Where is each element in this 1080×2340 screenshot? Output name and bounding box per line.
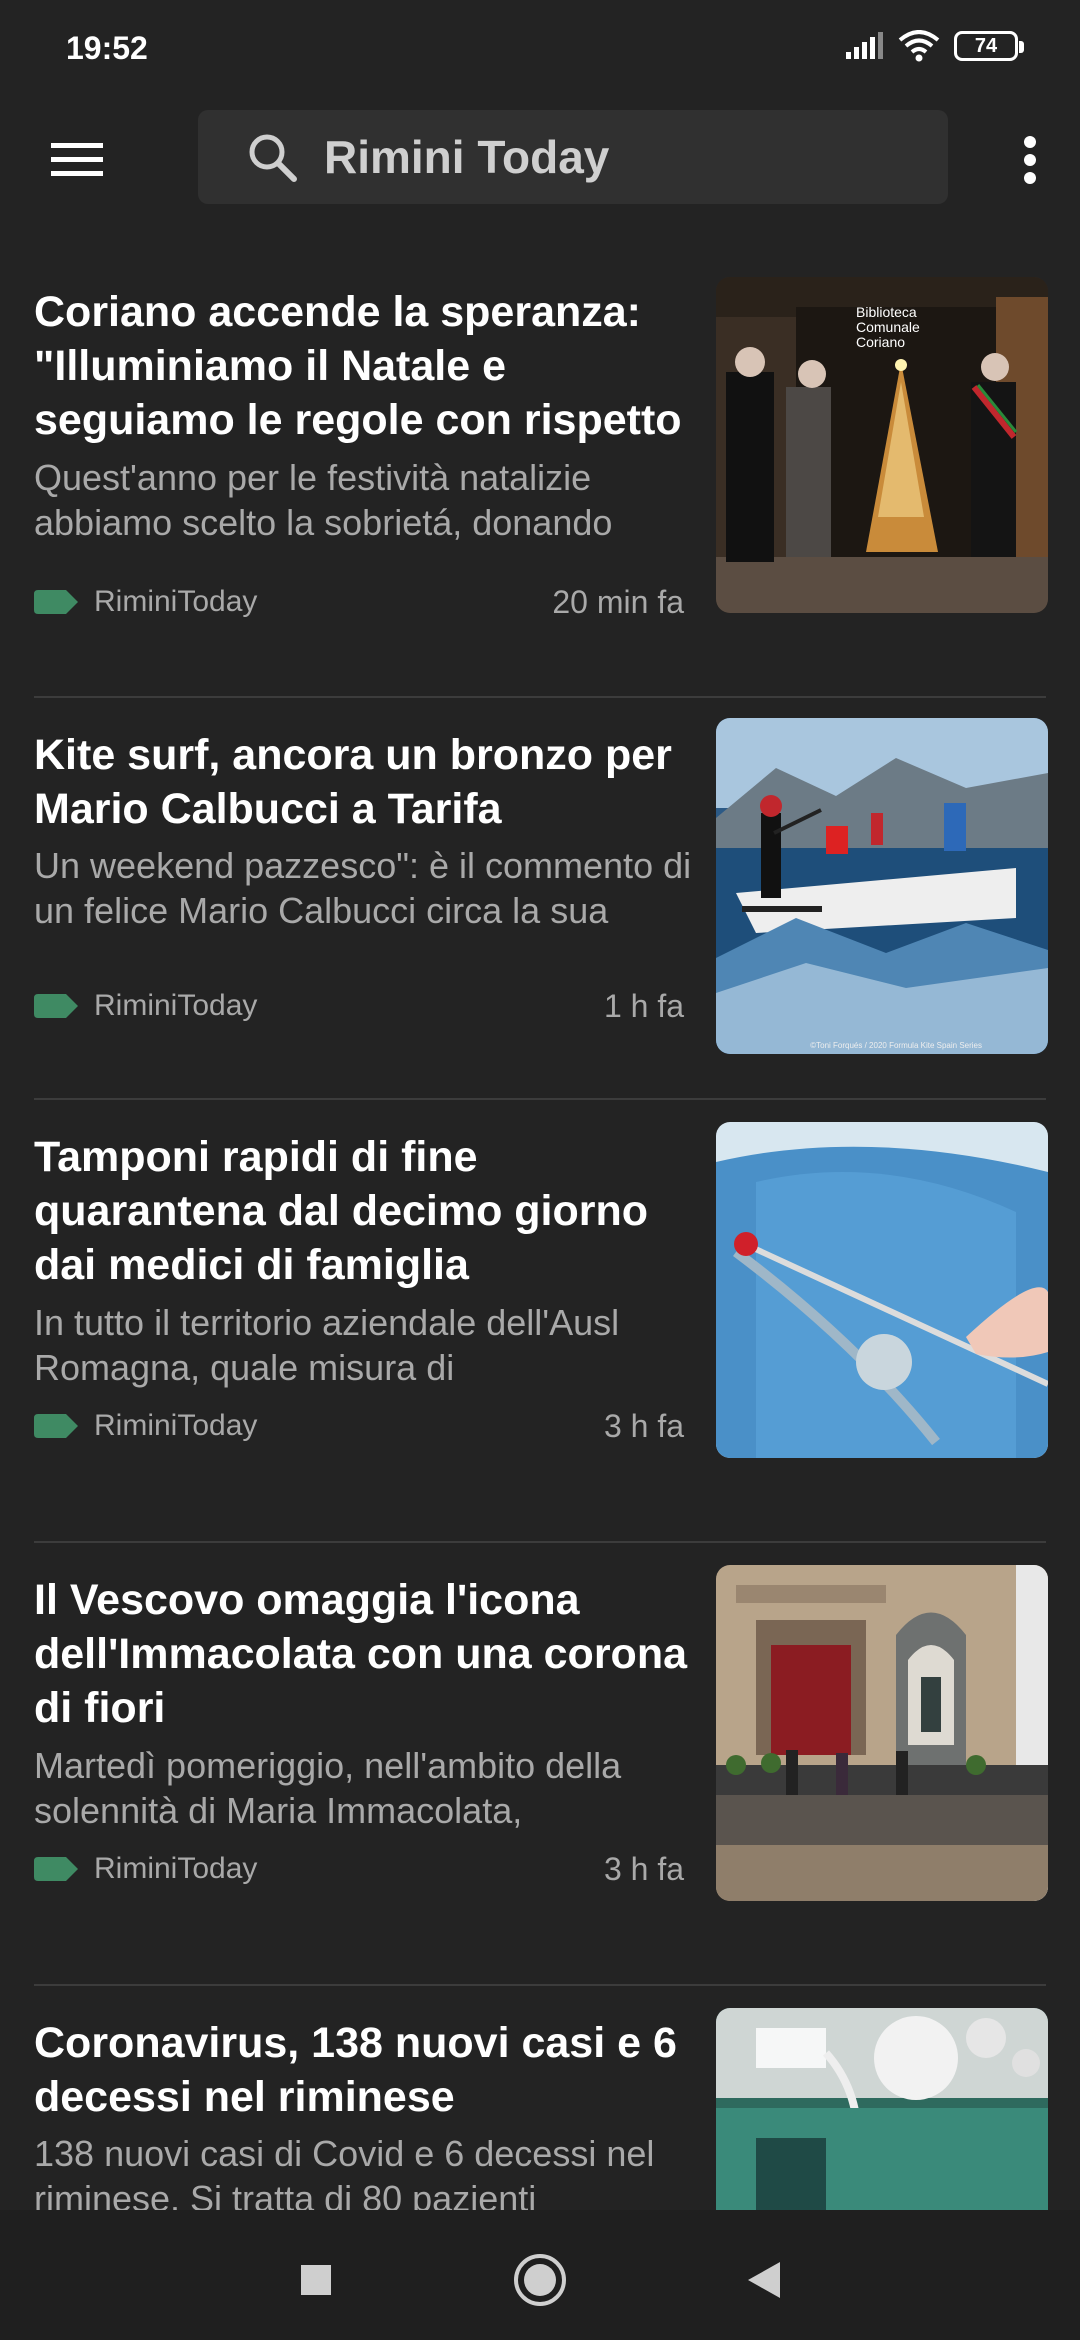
article-source: RiminiToday bbox=[94, 1409, 258, 1442]
more-options-button[interactable] bbox=[1000, 120, 1060, 200]
home-button[interactable] bbox=[510, 2250, 570, 2310]
article-source: RiminiToday bbox=[94, 585, 258, 618]
tag-icon bbox=[34, 1414, 78, 1438]
article-summary: Martedì pomeriggio, nell'ambito della so… bbox=[34, 1745, 622, 1831]
recents-square-icon bbox=[301, 2265, 331, 2295]
status-bar: 19:52 74 bbox=[0, 0, 1080, 100]
status-time: 19:52 bbox=[66, 30, 148, 66]
home-circle-icon bbox=[514, 2254, 566, 2306]
article-title: Kite surf, ancora un bronzo per Mario Ca… bbox=[34, 731, 672, 833]
thumbnail-caption: ©Toni Forqués / 2020 Formula Kite Spain … bbox=[810, 1041, 982, 1050]
article-meta: RiminiToday 1 h fa bbox=[34, 984, 684, 1028]
tag-icon bbox=[34, 1857, 78, 1881]
article-time: 3 h fa bbox=[603, 1407, 684, 1444]
article-thumbnail[interactable] bbox=[716, 1122, 1048, 1458]
status-icons: 74 bbox=[844, 30, 1024, 62]
back-button[interactable] bbox=[734, 2250, 794, 2310]
article-thumbnail[interactable] bbox=[716, 2008, 1048, 2210]
app-bar: Rimini Today bbox=[0, 100, 1080, 220]
wifi-icon bbox=[898, 30, 940, 62]
article-meta: RiminiToday 3 h fa bbox=[34, 1404, 684, 1448]
back-triangle-icon bbox=[748, 2262, 780, 2298]
article-summary: Un weekend pazzesco": è il commento di u… bbox=[34, 845, 692, 931]
signal-icon bbox=[846, 32, 883, 59]
article-source: RiminiToday bbox=[94, 1852, 258, 1885]
article-title: Il Vescovo omaggia l'icona dell'Immacola… bbox=[34, 1576, 687, 1732]
article-time: 1 h fa bbox=[603, 987, 684, 1024]
article-time: 20 min fa bbox=[552, 583, 684, 620]
article-title: Tamponi rapidi di fine quarantena dal de… bbox=[34, 1133, 649, 1289]
article-card[interactable]: Coronavirus, 138 nuovi casi e 6 decessi … bbox=[0, 1986, 1080, 2210]
thumbnail-sign-text: Biblioteca Comunale Coriano bbox=[856, 304, 920, 350]
article-meta: RiminiToday 3 h fa bbox=[34, 1847, 684, 1891]
article-title: Coriano accende la speranza: "Illuminiam… bbox=[34, 288, 682, 444]
article-thumbnail[interactable] bbox=[716, 1565, 1048, 1901]
article-card[interactable]: Coriano accende la speranza: "Illuminiam… bbox=[0, 255, 1080, 698]
search-icon bbox=[246, 129, 302, 185]
tag-icon bbox=[34, 994, 78, 1018]
article-thumbnail[interactable]: ©Toni Forqués / 2020 Formula Kite Spain … bbox=[716, 718, 1048, 1054]
article-card[interactable]: Il Vescovo omaggia l'icona dell'Immacola… bbox=[0, 1543, 1080, 1986]
article-card[interactable]: Kite surf, ancora un bronzo per Mario Ca… bbox=[0, 698, 1080, 1100]
search-query-text: Rimini Today bbox=[324, 131, 610, 183]
battery-level: 74 bbox=[974, 34, 998, 57]
article-summary: In tutto il territorio aziendale dell'Au… bbox=[34, 1302, 620, 1388]
article-meta: RiminiToday 20 min fa bbox=[34, 580, 684, 624]
more-vertical-icon bbox=[1024, 136, 1036, 184]
system-navigation-bar bbox=[0, 2210, 1080, 2340]
article-time: 3 h fa bbox=[603, 1850, 684, 1887]
news-feed[interactable]: Coriano accende la speranza: "Illuminiam… bbox=[0, 255, 1080, 2210]
article-title: Coronavirus, 138 nuovi casi e 6 decessi … bbox=[34, 2019, 677, 2121]
article-thumbnail[interactable]: Biblioteca Comunale Coriano bbox=[716, 277, 1048, 613]
hamburger-menu-icon bbox=[51, 143, 103, 176]
battery-icon: 74 bbox=[954, 31, 1024, 61]
tag-icon bbox=[34, 590, 78, 614]
search-bar[interactable]: Rimini Today bbox=[198, 110, 948, 204]
article-summary: Quest'anno per le festività natalizie ab… bbox=[34, 457, 613, 543]
article-source: RiminiToday bbox=[94, 989, 258, 1022]
menu-button[interactable] bbox=[42, 130, 112, 190]
article-card[interactable]: Tamponi rapidi di fine quarantena dal de… bbox=[0, 1100, 1080, 1543]
recents-button[interactable] bbox=[286, 2250, 346, 2310]
article-summary: 138 nuovi casi di Covid e 6 decessi nel … bbox=[34, 2133, 655, 2210]
